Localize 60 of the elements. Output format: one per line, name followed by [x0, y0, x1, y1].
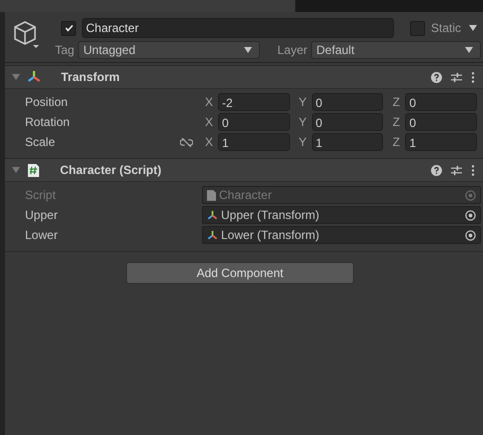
axis-label: X [204, 134, 214, 151]
number-field[interactable]: 0 [218, 113, 290, 131]
component-header[interactable]: Character (Script) [5, 158, 483, 182]
object-field[interactable]: Lower (Transform) [202, 226, 481, 244]
property-label: Scale [25, 135, 56, 149]
object-picker-icon[interactable] [465, 210, 476, 220]
help-icon[interactable] [431, 72, 442, 82]
number-field[interactable]: 0 [312, 113, 384, 131]
property-label: Rotation [25, 115, 71, 129]
object-field[interactable]: Upper (Transform) [202, 206, 481, 224]
axis-label: Z [392, 94, 401, 111]
more-options-icon[interactable] [471, 164, 475, 176]
axis-label: X [204, 94, 214, 111]
dropdown-arrow-icon[interactable] [469, 25, 477, 31]
cube-icon[interactable] [11, 19, 41, 49]
tag-label: Tag [54, 43, 76, 57]
property-label: Position [25, 95, 69, 109]
number-field[interactable]: -2 [218, 93, 290, 111]
number-field[interactable]: 0 [405, 93, 477, 111]
layer-dropdown[interactable]: Default [311, 41, 481, 59]
property-label: Script [25, 188, 57, 202]
transform-axes-icon [207, 210, 218, 220]
static-checkbox[interactable] [410, 20, 425, 36]
number-field[interactable]: 1 [405, 133, 477, 151]
caret-icon [465, 47, 473, 53]
unlinked-chain-icon[interactable] [180, 138, 193, 147]
component-title: Transform [61, 70, 121, 84]
number-field[interactable]: 1 [312, 133, 384, 151]
help-icon[interactable] [431, 164, 442, 176]
component-header[interactable]: Transform [5, 65, 483, 89]
property-label: Upper [25, 208, 59, 222]
object-picker-icon[interactable] [465, 230, 476, 240]
number-field[interactable]: 0 [312, 93, 384, 111]
add-component-button[interactable]: Add Component [126, 262, 354, 284]
axis-label: Y [298, 94, 308, 111]
caret-icon [244, 47, 252, 53]
transform-axes-icon [27, 70, 41, 84]
script-file-icon [27, 162, 40, 178]
settings-sliders-icon[interactable] [451, 164, 462, 176]
name-field[interactable]: Character [82, 18, 394, 38]
axis-label: Z [392, 114, 401, 131]
number-field[interactable]: 0 [405, 113, 477, 131]
layer-label: Layer [277, 43, 308, 57]
more-options-icon[interactable] [471, 72, 475, 82]
foldout-arrow-icon[interactable] [12, 166, 20, 174]
property-label: Lower [25, 228, 59, 242]
component-title: Character (Script) [60, 163, 162, 177]
axis-label: Z [392, 134, 401, 151]
settings-sliders-icon[interactable] [451, 72, 462, 82]
script-file-icon [207, 190, 216, 200]
tag-dropdown[interactable]: Untagged [78, 41, 260, 59]
axis-label: Y [298, 114, 308, 131]
axis-label: X [204, 114, 214, 131]
foldout-arrow-icon[interactable] [12, 73, 20, 81]
checkmark-icon [64, 23, 74, 33]
axis-label: Y [298, 134, 308, 151]
static-label: Static [430, 21, 462, 35]
transform-axes-icon [207, 230, 218, 240]
number-field[interactable]: 1 [218, 133, 290, 151]
active-checkbox[interactable] [61, 20, 76, 36]
